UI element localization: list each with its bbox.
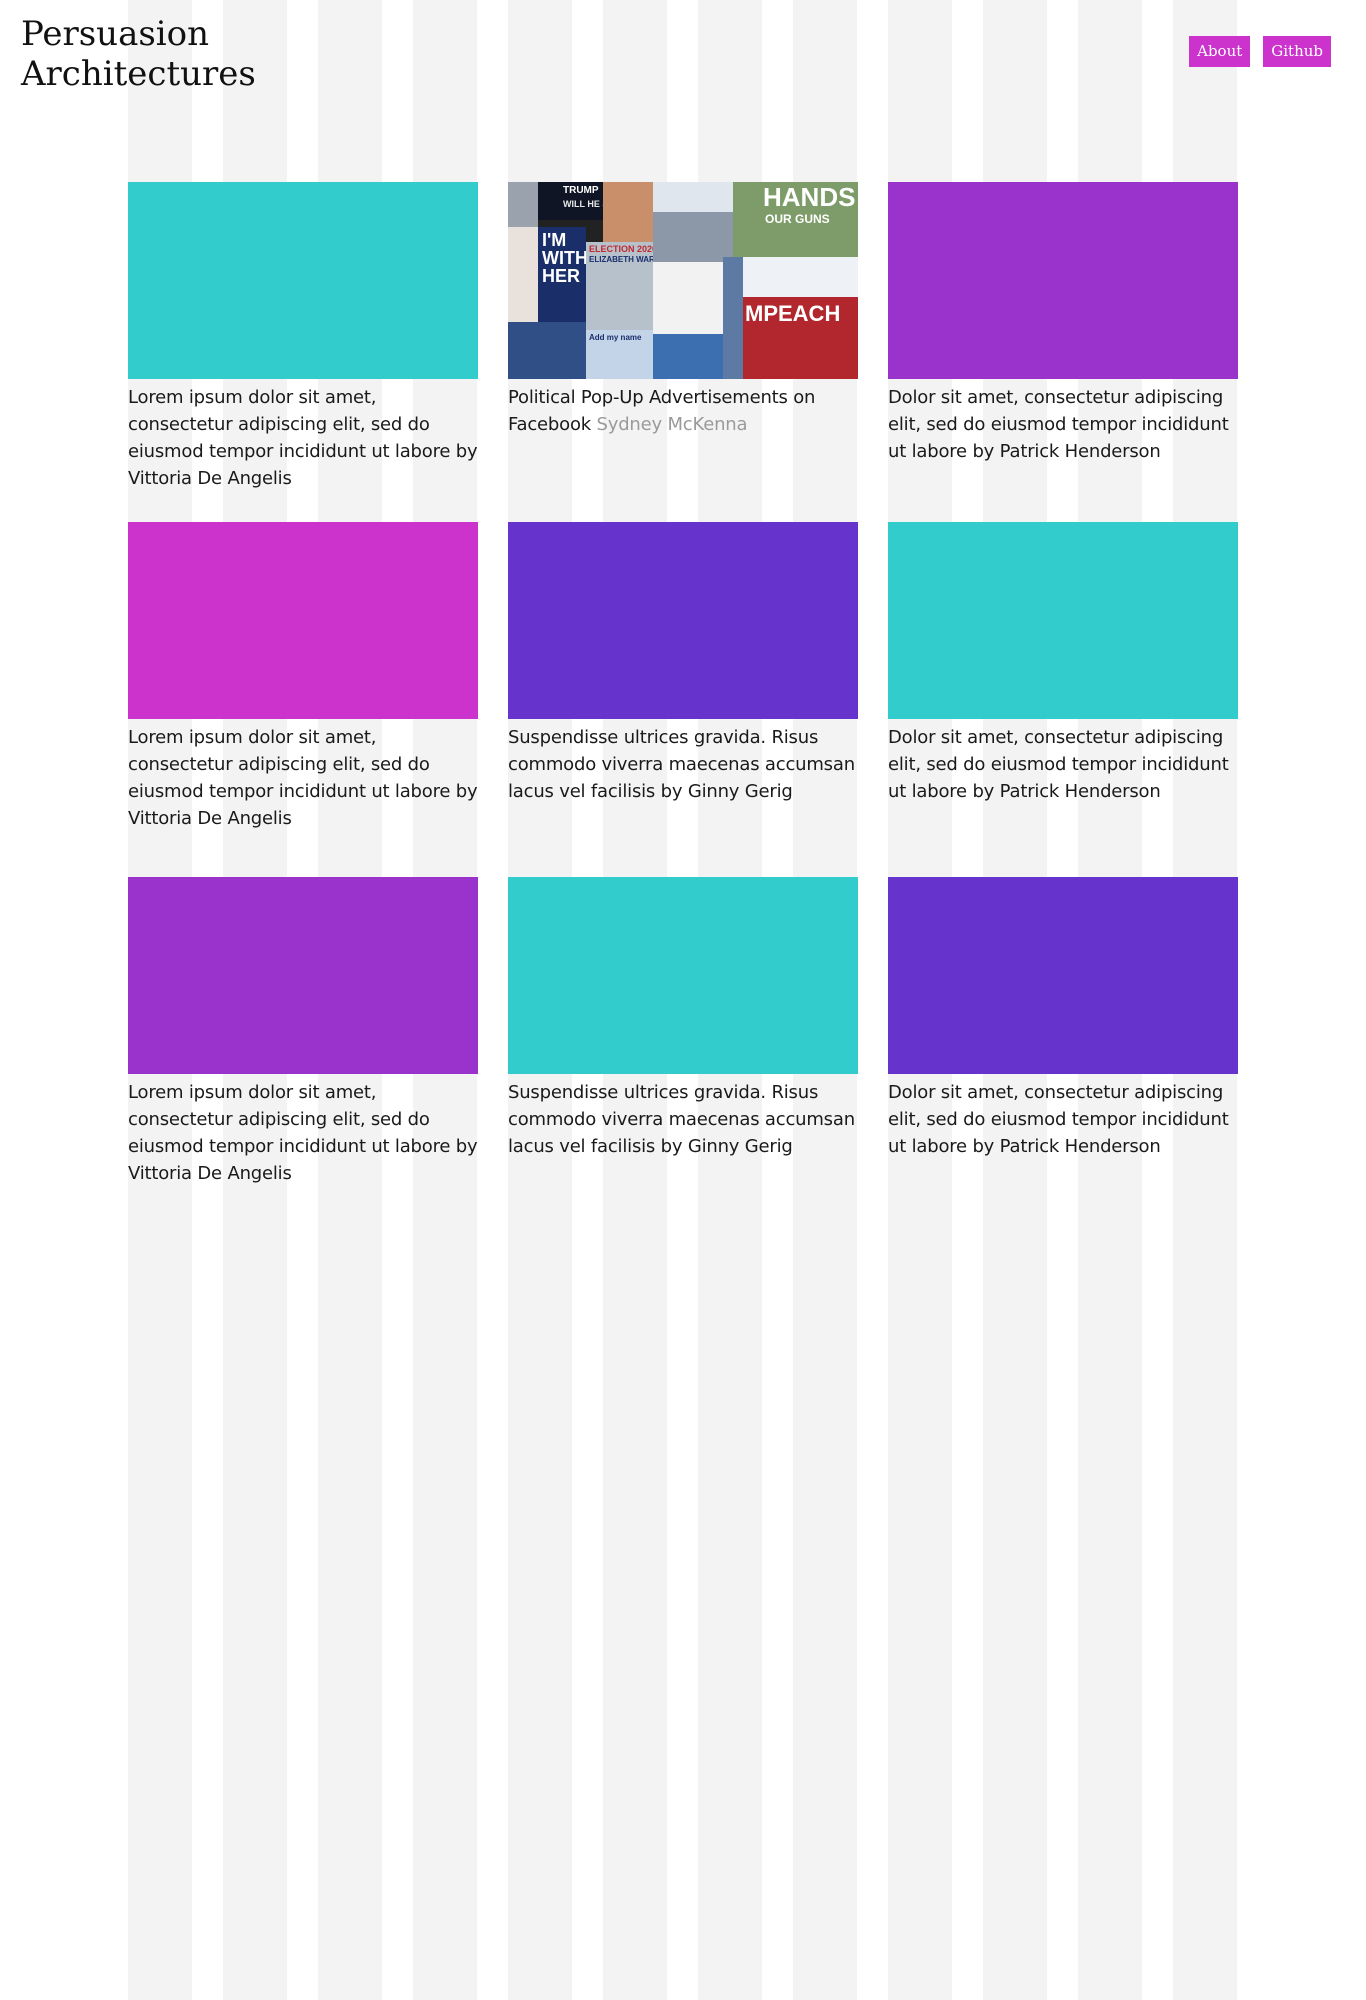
card-thumbnail bbox=[888, 182, 1238, 379]
collage-text: I'm with her bbox=[542, 230, 586, 286]
card-author: Patrick Henderson bbox=[999, 781, 1161, 802]
project-card[interactable]: Dolor sit amet, consectetur adipiscing e… bbox=[888, 877, 1238, 1217]
project-card[interactable]: Trump Will he scam Hands off our guns I'… bbox=[508, 182, 858, 522]
card-author: Ginny Gerig bbox=[687, 781, 793, 802]
collage-tile bbox=[723, 257, 743, 379]
card-description: Suspendisse ultrices gravida. Risus comm… bbox=[508, 727, 855, 802]
card-thumbnail bbox=[888, 522, 1238, 719]
collage-tile: Hands off our guns bbox=[733, 182, 858, 257]
project-card[interactable]: Suspendisse ultrices gravida. Risus comm… bbox=[508, 522, 858, 877]
site-title-line-1: Persuasion bbox=[21, 14, 210, 54]
collage-text: Will he scam bbox=[563, 199, 603, 209]
card-thumbnail bbox=[508, 877, 858, 1074]
collage-tile bbox=[653, 212, 733, 262]
card-author: Vittoria De Angelis bbox=[128, 808, 292, 829]
about-button[interactable]: About bbox=[1189, 36, 1251, 67]
card-description: Suspendisse ultrices gravida. Risus comm… bbox=[508, 1082, 855, 1157]
project-card[interactable]: Lorem ipsum dolor sit amet, consectetur … bbox=[128, 877, 478, 1217]
collage-tile bbox=[603, 182, 653, 242]
card-description: Lorem ipsum dolor sit amet, consectetur … bbox=[128, 1082, 478, 1157]
collage-tile bbox=[653, 262, 723, 334]
project-card[interactable]: Suspendisse ultrices gravida. Risus comm… bbox=[508, 877, 858, 1217]
card-caption: Lorem ipsum dolor sit amet, consectetur … bbox=[128, 384, 478, 492]
collage-tile bbox=[743, 257, 858, 297]
project-card[interactable]: Dolor sit amet, consectetur adipiscing e… bbox=[888, 182, 1238, 522]
collage-text: Election 2020 bbox=[589, 244, 653, 254]
github-button[interactable]: Github bbox=[1263, 36, 1331, 67]
site-title-line-2: Architectures bbox=[21, 54, 256, 94]
card-caption: Dolor sit amet, consectetur adipiscing e… bbox=[888, 384, 1238, 465]
top-nav: About Github bbox=[1189, 36, 1331, 67]
card-thumbnail bbox=[508, 522, 858, 719]
card-author: Patrick Henderson bbox=[999, 1136, 1161, 1157]
card-thumbnail bbox=[888, 877, 1238, 1074]
collage-tile bbox=[508, 322, 586, 379]
card-caption: Suspendisse ultrices gravida. Risus comm… bbox=[508, 724, 858, 805]
card-author: Ginny Gerig bbox=[687, 1136, 793, 1157]
collage-text: Elizabeth Warren bbox=[589, 255, 653, 264]
project-card[interactable]: Lorem ipsum dolor sit amet, consectetur … bbox=[128, 522, 478, 877]
collage-tile: I'm with her bbox=[538, 227, 586, 322]
card-author: Sydney McKenna bbox=[596, 414, 748, 435]
card-author: Vittoria De Angelis bbox=[128, 1163, 292, 1184]
collage-tile: Mpeach bbox=[743, 297, 858, 379]
card-thumbnail bbox=[128, 522, 478, 719]
card-caption: Lorem ipsum dolor sit amet, consectetur … bbox=[128, 724, 478, 832]
collage-text: Add my name bbox=[589, 333, 642, 342]
project-grid: Lorem ipsum dolor sit amet, consectetur … bbox=[128, 182, 1238, 1217]
collage-text: Hands off bbox=[763, 182, 858, 212]
card-thumbnail-image: Trump Will he scam Hands off our guns I'… bbox=[508, 182, 858, 379]
project-card[interactable]: Lorem ipsum dolor sit amet, consectetur … bbox=[128, 182, 478, 522]
collage-tile bbox=[508, 227, 538, 322]
card-thumbnail bbox=[128, 182, 478, 379]
card-author: Vittoria De Angelis bbox=[128, 468, 292, 489]
card-caption: Suspendisse ultrices gravida. Risus comm… bbox=[508, 1079, 858, 1160]
site-title[interactable]: Persuasion Architectures bbox=[21, 14, 256, 94]
card-description: Lorem ipsum dolor sit amet, consectetur … bbox=[128, 727, 478, 802]
collage-tile bbox=[653, 182, 733, 212]
collage-text: Trump bbox=[563, 185, 599, 196]
card-caption: Lorem ipsum dolor sit amet, consectetur … bbox=[128, 1079, 478, 1187]
collage-text: Mpeach bbox=[745, 301, 841, 326]
card-description: Lorem ipsum dolor sit amet, consectetur … bbox=[128, 387, 478, 462]
collage-text: our guns bbox=[765, 212, 830, 226]
collage-tile bbox=[653, 334, 723, 379]
collage-tile bbox=[508, 182, 538, 227]
project-card[interactable]: Dolor sit amet, consectetur adipiscing e… bbox=[888, 522, 1238, 877]
card-author: Patrick Henderson bbox=[999, 441, 1161, 462]
card-caption: Dolor sit amet, consectetur adipiscing e… bbox=[888, 724, 1238, 805]
collage-tile: Election 2020 Elizabeth Warren bbox=[586, 242, 653, 330]
collage-tile: Trump Will he scam bbox=[538, 182, 603, 220]
card-caption: Dolor sit amet, consectetur adipiscing e… bbox=[888, 1079, 1238, 1160]
collage-tile: Add my name bbox=[586, 330, 653, 379]
card-caption: Political Pop-Up Advertisements on Faceb… bbox=[508, 384, 858, 438]
card-thumbnail bbox=[128, 877, 478, 1074]
